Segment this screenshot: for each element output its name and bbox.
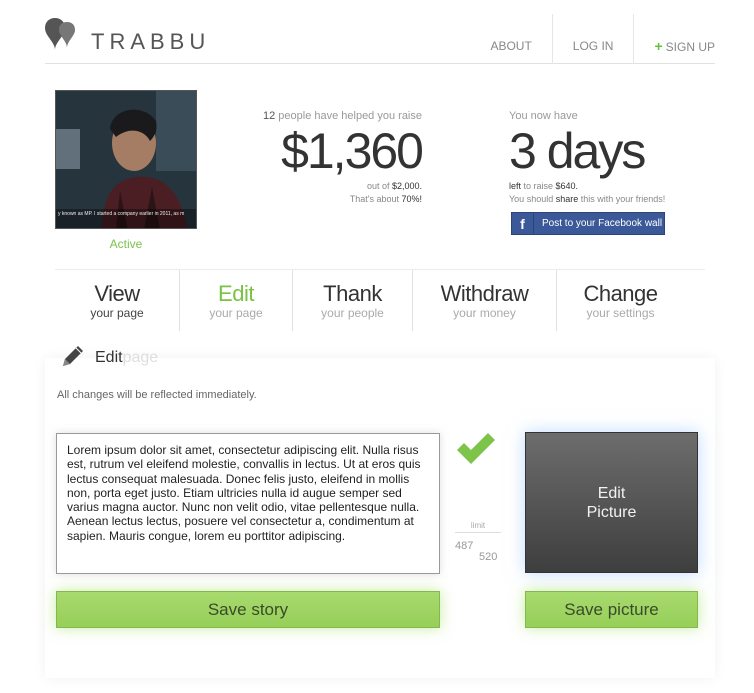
percent-value: 70%! bbox=[401, 194, 422, 204]
profile-photo-image bbox=[56, 91, 196, 228]
tab-change[interactable]: Change your settings bbox=[556, 270, 684, 331]
nav-signup-label: SIGN UP bbox=[665, 40, 715, 54]
share-word: share bbox=[555, 194, 579, 204]
tab-withdraw[interactable]: Withdraw your money bbox=[412, 270, 556, 331]
raise-headline-text: people have helped you raise bbox=[275, 110, 422, 122]
tab-change-title: Change bbox=[583, 281, 658, 306]
save-story-button[interactable]: Save story bbox=[56, 591, 440, 628]
save-picture-button[interactable]: Save picture bbox=[525, 591, 698, 628]
days-remaining: 3 days bbox=[509, 123, 646, 179]
tab-thank[interactable]: Thank your people bbox=[292, 270, 412, 331]
tab-view-sub: your page bbox=[90, 306, 144, 320]
edit-picture-label: Edit Picture bbox=[586, 484, 637, 521]
facebook-icon: f bbox=[512, 213, 534, 234]
tab-thank-title: Thank bbox=[323, 281, 382, 306]
tab-edit-sub: your page bbox=[209, 306, 263, 320]
story-textarea[interactable]: Lorem ipsum dolor sit amet, consectetur … bbox=[56, 433, 440, 574]
section-title: Editpage bbox=[95, 349, 158, 367]
profile-photo: y known as MP. I started a company earli… bbox=[55, 90, 197, 229]
nav-signup[interactable]: + SIGN UP bbox=[633, 14, 715, 64]
facebook-post-label: Post to your Facebook wall bbox=[542, 218, 663, 229]
section-tabs: View your page Edit your page Thank your… bbox=[55, 269, 705, 331]
tab-withdraw-sub: your money bbox=[453, 306, 516, 320]
raised-amount: $1,360 bbox=[281, 123, 424, 179]
days-stats: You now have 3 days left to raise $640. … bbox=[509, 110, 679, 206]
brand-name[interactable]: TRABBU bbox=[91, 29, 210, 55]
photo-caption: y known as MP. I started a company earli… bbox=[58, 211, 185, 217]
share-line: You should share this with your friends! bbox=[509, 193, 679, 206]
remaining-amount: $640. bbox=[555, 181, 579, 191]
nav-login[interactable]: LOG IN bbox=[551, 14, 634, 64]
percent-prefix: That's about bbox=[349, 194, 402, 204]
tab-edit-title: Edit bbox=[218, 281, 254, 306]
goal-prefix: out of bbox=[366, 181, 392, 191]
raise-stats: 12 people have helped you raise $1,360 o… bbox=[220, 110, 424, 206]
edit-note: All changes will be reflected immediatel… bbox=[57, 389, 257, 401]
share-suffix: this with your friends! bbox=[578, 194, 666, 204]
checkmark-icon bbox=[457, 433, 495, 464]
limit-label: limit bbox=[455, 521, 501, 533]
plus-icon: + bbox=[654, 38, 663, 54]
left-label: left bbox=[509, 181, 522, 191]
limit-max: 520 bbox=[479, 551, 498, 563]
logo-icon[interactable] bbox=[45, 16, 79, 54]
left-text: to raise bbox=[521, 181, 556, 191]
top-nav: ABOUT LOG IN + SIGN UP bbox=[470, 14, 715, 64]
tab-view[interactable]: View your page bbox=[55, 270, 179, 331]
raise-goal-line: out of $2,000. bbox=[220, 180, 422, 193]
days-headline: You now have bbox=[509, 110, 578, 122]
limit-used: 487 bbox=[455, 540, 474, 552]
tab-view-title: View bbox=[94, 281, 140, 306]
tab-edit[interactable]: Edit your page bbox=[179, 270, 292, 331]
supporter-count: 12 bbox=[262, 110, 276, 122]
share-prefix: You should bbox=[509, 194, 556, 204]
raise-percent-line: That's about 70%! bbox=[220, 193, 422, 206]
tab-thank-sub: your people bbox=[321, 306, 384, 320]
facebook-post-button[interactable]: f Post to your Facebook wall bbox=[511, 212, 665, 235]
pencil-icon bbox=[63, 346, 83, 366]
edit-picture-button[interactable]: Edit Picture bbox=[525, 432, 698, 573]
remaining-amount-line: left to raise $640. bbox=[509, 180, 679, 193]
nav-about[interactable]: ABOUT bbox=[470, 14, 551, 64]
tab-change-sub: your settings bbox=[586, 306, 655, 320]
raise-headline: 12 people have helped you raise bbox=[220, 110, 422, 122]
section-title-ghost: page bbox=[122, 349, 159, 366]
tab-withdraw-title: Withdraw bbox=[440, 281, 529, 306]
character-limit: limit 487 520 bbox=[455, 521, 501, 563]
header: TRABBU ABOUT LOG IN + SIGN UP bbox=[45, 14, 715, 64]
section-title-main: Edit bbox=[95, 349, 123, 366]
status-badge: Active bbox=[109, 237, 143, 251]
goal-amount: $2,000. bbox=[391, 181, 422, 191]
